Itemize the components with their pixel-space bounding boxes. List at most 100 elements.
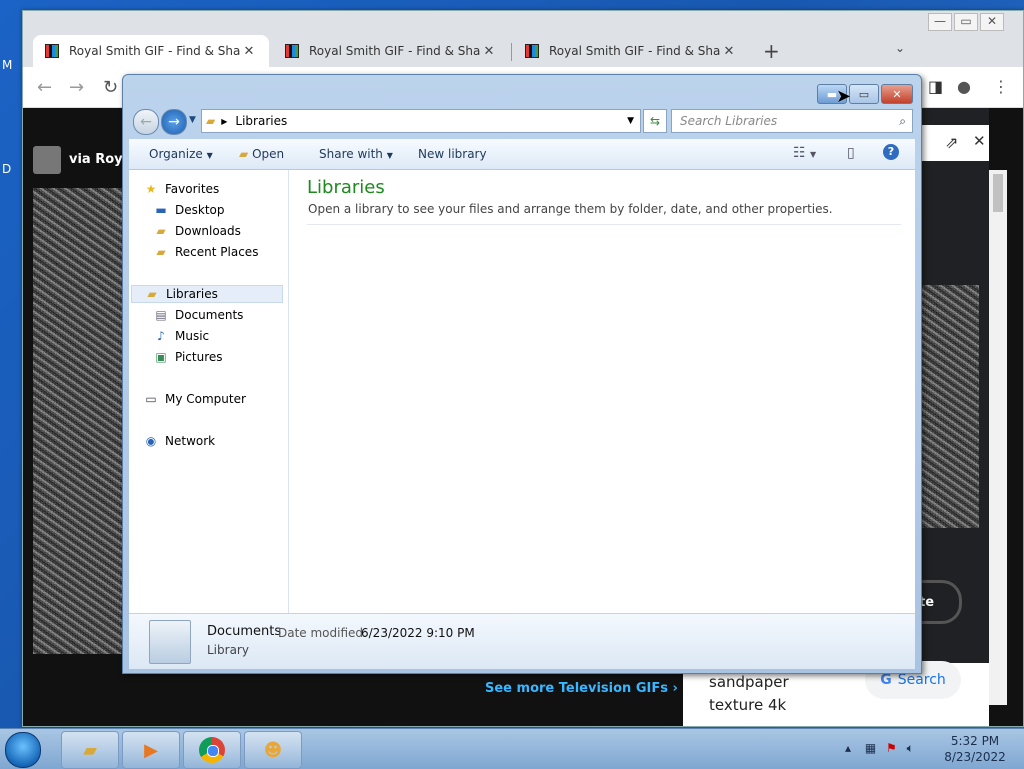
music-note-icon: ♪ bbox=[157, 329, 165, 343]
chevron-down-icon: ▼ bbox=[386, 151, 393, 160]
new-library-button[interactable]: New library bbox=[418, 147, 487, 161]
recent-places-icon: ▰ bbox=[156, 245, 166, 259]
back-arrow-icon[interactable]: ← bbox=[37, 77, 52, 98]
suggestion-text-line2: texture 4k bbox=[709, 696, 787, 714]
desktop-icon: ▬ bbox=[155, 203, 167, 217]
tab-search-chevron-icon[interactable]: ⌄ bbox=[895, 41, 905, 55]
gif-preview-left[interactable] bbox=[33, 188, 133, 654]
google-g-icon: G bbox=[880, 672, 892, 688]
action-center-icon[interactable]: ⚑ bbox=[886, 741, 897, 755]
organize-button[interactable]: Organize ▼ bbox=[149, 147, 213, 161]
browser-tab-2[interactable]: Royal Smith GIF - Find & Share on GIPHY … bbox=[273, 35, 509, 67]
chrome-menu-icon[interactable]: ⋮ bbox=[993, 77, 1009, 96]
show-hidden-icons-icon[interactable]: ▴ bbox=[845, 741, 851, 755]
documents-library-icon bbox=[149, 620, 191, 664]
navigation-pane: ★ Favorites ▬ Desktop ▰ Downloads ▰ Recent P… bbox=[129, 170, 289, 613]
refresh-icon[interactable]: ⇆ bbox=[643, 109, 667, 133]
tab-close-icon[interactable]: ✕ bbox=[241, 44, 257, 59]
tab-strip: — ▭ ✕ Royal Smith GIF - Find & Share on … bbox=[23, 11, 1023, 67]
navigation-bar: ← → ▼ ▰ ▶ Libraries ▼ ⇆ Search Libraries… bbox=[131, 107, 915, 135]
giphy-favicon-icon bbox=[285, 44, 299, 58]
details-pane: Documents Date modified: 6/23/2022 9:10 … bbox=[129, 613, 915, 669]
scratch-cat-taskbar-icon[interactable]: ☻ bbox=[244, 731, 302, 769]
nav-item-my-computer[interactable]: ▭ My Computer bbox=[143, 390, 246, 408]
see-more-link[interactable]: See more Television GIFs › bbox=[485, 681, 678, 696]
address-text: Libraries bbox=[235, 114, 288, 128]
nav-item-music[interactable]: ♪ Music bbox=[153, 327, 209, 345]
search-placeholder: Search Libraries bbox=[680, 114, 778, 128]
desktop-icon-label-bottom: D bbox=[2, 162, 12, 176]
nav-item-downloads[interactable]: ▰ Downloads bbox=[153, 222, 241, 240]
close-button[interactable]: ✕ bbox=[881, 84, 913, 104]
content-pane[interactable]: Libraries Open a library to see your fil… bbox=[289, 170, 915, 613]
search-input[interactable]: Search Libraries ⌕ bbox=[671, 109, 913, 133]
preview-pane-icon[interactable]: ▯ bbox=[847, 145, 855, 161]
explorer-window: ▬ ▭ ✕ ← → ▼ ▰ ▶ Libraries ▼ ⇆ Search Lib… bbox=[122, 74, 922, 674]
chrome-taskbar-icon[interactable] bbox=[183, 731, 241, 769]
network-tray-icon[interactable]: ▦ bbox=[865, 741, 876, 755]
search-icon[interactable]: ⌕ bbox=[899, 114, 906, 129]
chrome-minimize-button[interactable]: — bbox=[928, 13, 952, 31]
nav-item-desktop[interactable]: ▬ Desktop bbox=[153, 201, 224, 219]
document-icon: ▤ bbox=[155, 308, 167, 322]
back-button[interactable]: ← bbox=[133, 109, 159, 135]
new-tab-button[interactable]: + bbox=[763, 39, 780, 63]
suggestion-text-line1: sandpaper bbox=[709, 673, 789, 691]
profile-avatar-icon[interactable]: ● bbox=[957, 77, 971, 96]
page-scrollbar[interactable] bbox=[989, 170, 1007, 705]
content-title: Libraries bbox=[307, 177, 385, 198]
tab-separator bbox=[511, 43, 512, 61]
tab-title: Royal Smith GIF - Find & Share on GIPHY bbox=[309, 44, 481, 58]
libraries-folder-icon: ▰ bbox=[206, 114, 216, 128]
start-button[interactable] bbox=[5, 732, 41, 768]
content-description: Open a library to see your files and arr… bbox=[308, 202, 833, 216]
open-external-icon[interactable]: ⇗ bbox=[945, 133, 958, 152]
media-player-taskbar-icon[interactable]: ▶ bbox=[122, 731, 180, 769]
partial-button[interactable]: te bbox=[919, 580, 962, 624]
system-tray: ▴ ▦ ⚑ 🔈︎ bbox=[845, 741, 914, 756]
open-button[interactable]: ▰ Open bbox=[239, 147, 284, 161]
downloads-folder-icon: ▰ bbox=[156, 224, 166, 238]
giphy-favicon-icon bbox=[525, 44, 539, 58]
recent-pages-dropdown-icon[interactable]: ▼ bbox=[189, 115, 196, 125]
content-divider bbox=[307, 224, 901, 225]
channel-avatar bbox=[33, 146, 61, 174]
picture-icon: ▣ bbox=[155, 350, 167, 364]
gif-preview-right[interactable] bbox=[919, 285, 979, 528]
desktop-icon-label-top: M bbox=[2, 58, 13, 72]
nav-item-recent-places[interactable]: ▰ Recent Places bbox=[153, 243, 258, 261]
reload-icon[interactable]: ↻ bbox=[103, 77, 118, 98]
help-icon[interactable]: ? bbox=[883, 144, 899, 160]
details-name: Documents bbox=[207, 624, 282, 639]
chrome-maximize-button[interactable]: ▭ bbox=[954, 13, 978, 31]
forward-button[interactable]: → bbox=[161, 109, 187, 135]
nav-item-network[interactable]: ◉ Network bbox=[143, 432, 215, 450]
nav-item-pictures[interactable]: ▣ Pictures bbox=[153, 348, 222, 366]
side-panel-icon[interactable]: ◨ bbox=[928, 77, 943, 96]
command-bar: Organize ▼ ▰ Open Share with ▼ New libra… bbox=[129, 139, 915, 170]
browser-tab-1[interactable]: Royal Smith GIF - Find & Share on GIPHY … bbox=[33, 35, 269, 67]
nav-item-documents[interactable]: ▤ Documents bbox=[153, 306, 243, 324]
maximize-button[interactable]: ▭ bbox=[849, 84, 879, 104]
tab-close-icon[interactable]: ✕ bbox=[721, 44, 737, 59]
details-date-value: 6/23/2022 9:10 PM bbox=[361, 626, 475, 640]
nav-item-favorites[interactable]: ★ Favorites bbox=[143, 180, 220, 198]
address-dropdown-icon[interactable]: ▼ bbox=[627, 116, 634, 126]
chrome-close-button[interactable]: ✕ bbox=[980, 13, 1004, 31]
tab-close-icon[interactable]: ✕ bbox=[481, 44, 497, 59]
tab-title: Royal Smith GIF - Find & Share on GIPHY bbox=[69, 44, 241, 58]
volume-icon[interactable]: 🔈︎ bbox=[907, 741, 914, 755]
browser-tab-3[interactable]: Royal Smith GIF - Find & Share on GIPHY … bbox=[513, 35, 749, 67]
address-bar[interactable]: ▰ ▶ Libraries ▼ bbox=[201, 109, 641, 133]
details-date-label: Date modified: bbox=[278, 626, 368, 640]
nav-item-libraries[interactable]: ▰ Libraries bbox=[131, 285, 283, 303]
breadcrumb-arrow-icon[interactable]: ▶ bbox=[221, 117, 227, 126]
computer-icon: ▭ bbox=[145, 392, 157, 406]
close-panel-icon[interactable]: ✕ bbox=[973, 132, 986, 150]
share-with-button[interactable]: Share with ▼ bbox=[319, 147, 393, 161]
clock[interactable]: 5:32 PM 8/23/2022 bbox=[940, 733, 1010, 765]
view-options-icon[interactable]: ☷ ▼ bbox=[793, 145, 816, 161]
explorer-taskbar-icon[interactable]: ▰ bbox=[61, 731, 119, 769]
forward-arrow-icon[interactable]: → bbox=[69, 77, 84, 98]
scrollbar-thumb[interactable] bbox=[993, 174, 1003, 212]
